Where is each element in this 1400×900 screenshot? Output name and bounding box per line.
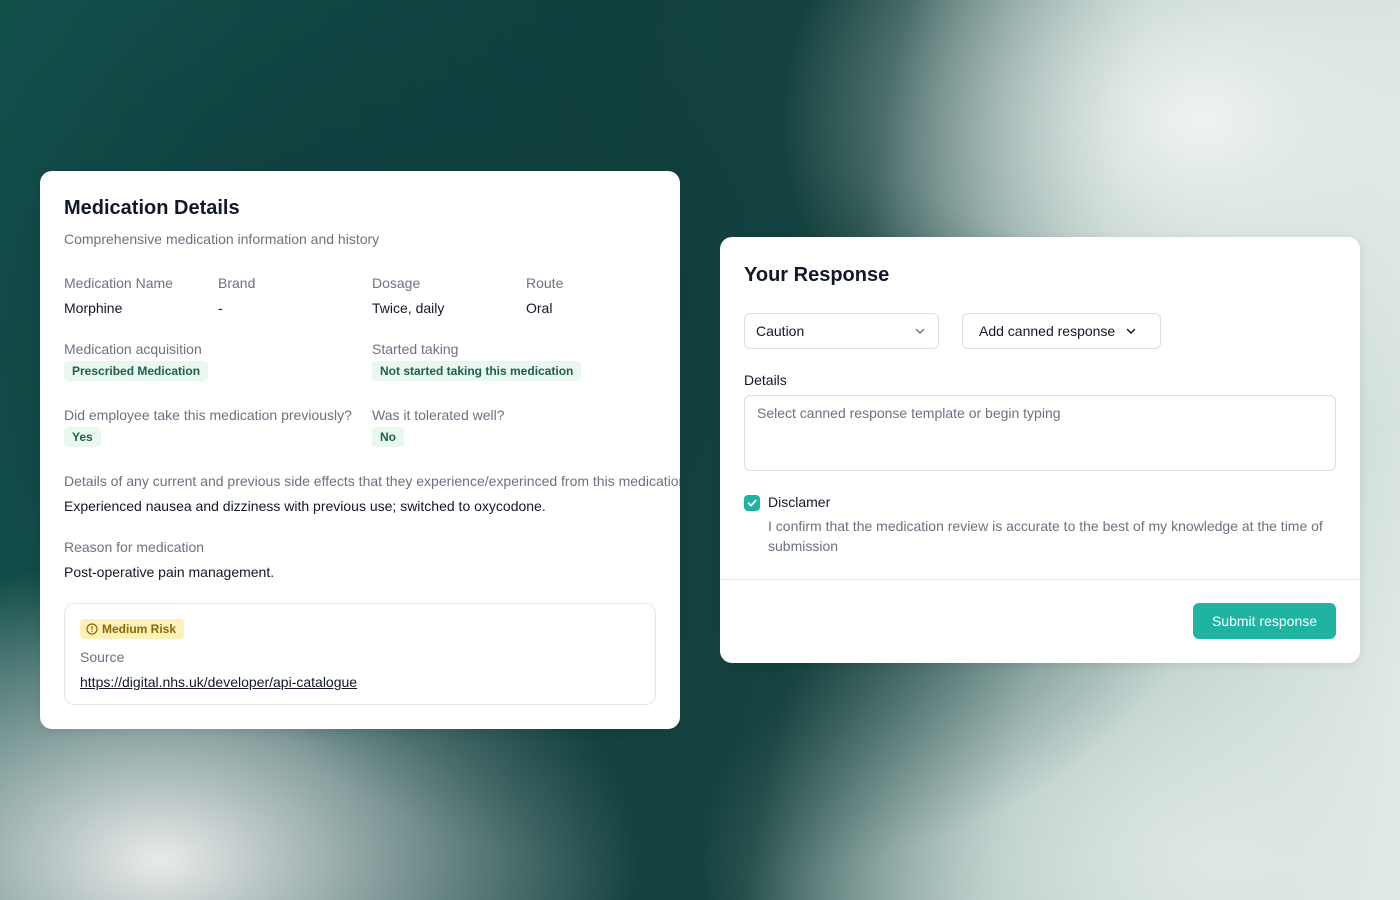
status-select-value: Caution [756,323,805,339]
acquisition-tag: Prescribed Medication [64,361,209,381]
checkmark-icon [746,497,758,509]
medication-name-label: Medication Name [64,275,173,291]
previous-use-tag: Yes [64,427,101,447]
card-subtitle: Comprehensive medication information and… [64,231,380,247]
add-canned-response-button[interactable]: Add canned response [962,313,1161,349]
reason-value: Post-operative pain management. [64,564,275,580]
route-label: Route [526,275,564,291]
dosage-label: Dosage [372,275,421,291]
brand-label: Brand [218,275,256,291]
info-circle-icon [86,623,98,635]
started-taking-tag: Not started taking this medication [372,361,582,381]
tolerated-tag: No [372,427,404,447]
started-taking-label: Started taking [372,341,459,357]
dosage-value: Twice, daily [372,300,445,316]
side-effects-label: Details of any current and previous side… [64,473,680,489]
medication-name-value: Morphine [64,300,123,316]
add-canned-response-label: Add canned response [979,323,1116,339]
side-effects-value: Experienced nausea and dizziness with pr… [64,498,546,514]
risk-badge-label: Medium Risk [102,622,177,636]
risk-source-box: Medium Risk Source https://digital.nhs.u… [64,603,656,705]
details-label: Details [744,372,787,388]
card-title: Medication Details [64,197,240,219]
disclaimer-checkbox[interactable] [744,495,760,511]
acquisition-label: Medication acquisition [64,341,202,357]
chevron-down-icon [1125,325,1137,337]
card-title: Your Response [744,264,890,286]
risk-badge: Medium Risk [80,619,185,639]
status-select[interactable]: Caution [744,313,939,349]
previous-use-label: Did employee take this medication previo… [64,407,352,423]
route-value: Oral [526,300,553,316]
source-label: Source [80,649,125,665]
chevron-down-icon [914,325,926,337]
submit-response-button[interactable]: Submit response [1193,603,1336,639]
disclaimer-label: Disclamer [768,494,831,510]
medication-details-card: Medication Details Comprehensive medicat… [40,171,680,729]
disclaimer-text: I confirm that the medication review is … [768,518,1323,554]
details-textarea[interactable] [744,395,1336,471]
brand-value: - [218,300,223,316]
source-link[interactable]: https://digital.nhs.uk/developer/api-cat… [80,674,357,690]
reason-label: Reason for medication [64,539,205,555]
response-card: Your Response Caution Add canned respons… [720,237,1360,663]
footer-divider [720,579,1360,580]
tolerated-label: Was it tolerated well? [372,407,505,423]
